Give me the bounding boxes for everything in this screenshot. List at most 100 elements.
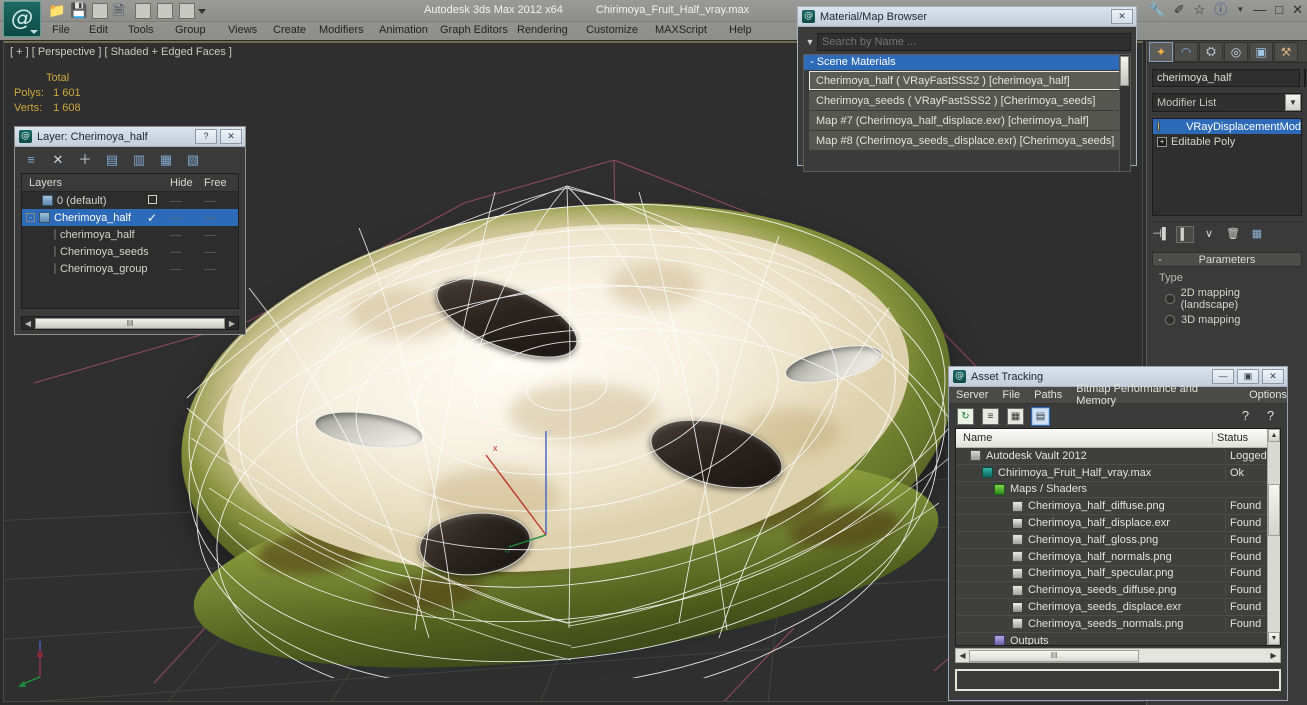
asset-tracking-dialog[interactable]: @ Asset Tracking — ▣ ✕ Server File Paths…	[948, 366, 1288, 701]
remove-modifier-icon[interactable]: 🗑	[1224, 226, 1242, 243]
display-tab[interactable]: ▣	[1249, 41, 1273, 62]
blank-icon-2[interactable]	[157, 3, 173, 19]
rollout-collapse-icon[interactable]: -	[1158, 253, 1162, 267]
open-file-icon[interactable]: 📁	[48, 3, 65, 19]
layer-dialog-close-button[interactable]: ✕	[220, 129, 242, 144]
modifier-stack-item-editable-poly[interactable]: + Editable Poly	[1153, 134, 1301, 149]
signin-icon[interactable]: ✐	[1174, 3, 1185, 17]
save-file-icon[interactable]: 💾	[70, 3, 87, 19]
new-layer-icon[interactable]: ≡	[23, 152, 39, 168]
asset-row-seeds-displace[interactable]: Cherimoya_seeds_displace.exr Found	[956, 599, 1280, 616]
layer-row-object-cherimoya-seeds[interactable]: Cherimoya_seeds ── ──	[22, 243, 238, 260]
bulb-icon[interactable]	[1157, 121, 1161, 132]
scroll-left-icon[interactable]: ◀	[956, 651, 969, 660]
list-view-icon[interactable]: ≡	[982, 407, 999, 425]
layer-row-default[interactable]: 0 (default) ── ──	[22, 192, 238, 209]
layer-dialog-help-button[interactable]: ?	[195, 129, 217, 144]
scroll-right-icon[interactable]: ▶	[1267, 651, 1280, 660]
material-item-cherimoya-half[interactable]: Cherimoya_half ( VRayFastSSS2 ) [cherimo…	[809, 71, 1127, 90]
app-logo-button[interactable]: @	[3, 1, 41, 37]
material-item-map-7[interactable]: Map #7 (Cherimoya_half_displace.exr) [ch…	[809, 111, 1127, 130]
layer-freeze-cell[interactable]: ──	[170, 230, 204, 240]
pin-stack-icon[interactable]: ⊣▌	[1152, 226, 1170, 243]
expand-toggle-icon[interactable]: -	[26, 213, 35, 222]
show-end-result-icon[interactable]: ▍	[1176, 225, 1194, 243]
asset-vertical-scrollbar[interactable]: ▲ ▼	[1267, 429, 1280, 645]
asset-horizontal-scrollbar[interactable]: ◀ ‖‖ ▶	[955, 648, 1281, 663]
modify-tab[interactable]: ◠	[1174, 41, 1198, 62]
asset-row-vault[interactable]: Autodesk Vault 2012 Logged O	[956, 448, 1280, 465]
help-icon[interactable]: ?	[1262, 408, 1279, 425]
material-browser-titlebar[interactable]: @ Material/Map Browser ✕	[798, 7, 1136, 27]
redo-icon[interactable]: 🗎	[113, 3, 129, 19]
asset-menu-bitmap[interactable]: Bitmap Performance and Memory	[1076, 383, 1235, 407]
menu-file[interactable]: File	[52, 24, 70, 36]
material-list[interactable]: - Scene Materials Cherimoya_half ( VRayF…	[803, 54, 1131, 172]
modifier-stack[interactable]: VRayDisplacementMod + Editable Poly	[1152, 118, 1302, 216]
blank-icon-3[interactable]	[179, 3, 195, 19]
material-browser-menu-caret-icon[interactable]: ▼	[803, 37, 817, 47]
minimize-button[interactable]: —	[1253, 3, 1266, 17]
asset-row-half-gloss[interactable]: Cherimoya_half_gloss.png Found	[956, 532, 1280, 549]
logo-dropdown-caret-icon[interactable]	[30, 30, 38, 34]
modifier-list-dropdown[interactable]: Modifier List ▼	[1152, 93, 1302, 112]
asset-menu-file[interactable]: File	[1002, 389, 1020, 401]
asset-row-half-diffuse[interactable]: Cherimoya_half_diffuse.png Found	[956, 498, 1280, 516]
layer-render-cell[interactable]: ──	[204, 247, 230, 257]
wrench-icon[interactable]: 🔧	[1149, 3, 1165, 17]
close-button[interactable]: ✕	[1292, 3, 1303, 17]
layer-row-object-cherimoya-half[interactable]: cherimoya_half ── ──	[22, 226, 238, 243]
help-caret-icon[interactable]: ▼	[1236, 3, 1244, 17]
layer-render-cell[interactable]: ──	[204, 230, 230, 240]
menu-edit[interactable]: Edit	[89, 24, 108, 36]
option-3d-mapping[interactable]: 3D mapping	[1165, 314, 1295, 326]
asset-menu-options[interactable]: Options	[1249, 389, 1287, 401]
layer-freeze-cell[interactable]: ──	[170, 213, 204, 223]
asset-close-button[interactable]: ✕	[1262, 369, 1284, 384]
material-list-scrollbar[interactable]	[1119, 55, 1130, 171]
menu-animation[interactable]: Animation	[379, 24, 428, 36]
layer-dialog-titlebar[interactable]: @ Layer: Cherimoya_half ? ✕	[15, 127, 245, 147]
layer-freeze-cell[interactable]: ──	[170, 196, 204, 206]
material-item-map-8[interactable]: Map #8 (Cherimoya_seeds_displace.exr) [C…	[809, 131, 1127, 150]
layer-row-object-cherimoya-group[interactable]: Cherimoya_group ── ──	[22, 260, 238, 277]
search-input[interactable]	[817, 32, 1131, 51]
menu-graph-editors[interactable]: Graph Editors	[440, 24, 508, 36]
material-browser-close-button[interactable]: ✕	[1111, 9, 1133, 24]
layer-horizontal-scrollbar[interactable]: ◀ ‖‖ ▶	[21, 316, 239, 330]
modifier-stack-item-vraydisplacementmod[interactable]: VRayDisplacementMod	[1153, 119, 1301, 134]
scroll-thumb[interactable]: ‖‖	[35, 317, 225, 329]
menu-views[interactable]: Views	[228, 24, 257, 36]
asset-row-max-file[interactable]: Chirimoya_Fruit_Half_vray.max Ok	[956, 465, 1280, 482]
layer-dialog[interactable]: @ Layer: Cherimoya_half ? ✕ ≡ ✕ ＋ ▤ ▥ ▦ …	[14, 126, 246, 335]
layer-render-cell[interactable]: ──	[204, 213, 230, 223]
configure-sets-icon[interactable]: ▦	[1248, 226, 1266, 243]
maximize-button[interactable]: □	[1275, 3, 1283, 17]
option-2d-mapping[interactable]: 2D mapping (landscape)	[1165, 287, 1295, 311]
menu-group[interactable]: Group	[175, 24, 206, 36]
delete-layer-icon[interactable]: ✕	[50, 152, 66, 168]
asset-row-half-displace[interactable]: Cherimoya_half_displace.exr Found	[956, 515, 1280, 532]
radio-icon[interactable]	[1165, 294, 1175, 304]
asset-menu-paths[interactable]: Paths	[1034, 389, 1062, 401]
menu-tools[interactable]: Tools	[128, 24, 154, 36]
asset-row-seeds-normals[interactable]: Cherimoya_seeds_normals.png Found	[956, 616, 1280, 633]
table-view-icon[interactable]: ▤	[1031, 406, 1050, 426]
asset-row-seeds-diffuse[interactable]: Cherimoya_seeds_diffuse.png Found	[956, 582, 1280, 600]
menu-help[interactable]: Help	[729, 24, 752, 36]
layer-freeze-cell[interactable]: ──	[170, 247, 204, 257]
hierarchy-tab[interactable]: ⛭	[1199, 41, 1223, 62]
blank-icon-1[interactable]	[135, 3, 151, 19]
scroll-left-icon[interactable]: ◀	[22, 319, 34, 328]
viewport-label[interactable]: [ + ] [ Perspective ] [ Shaded + Edged F…	[10, 46, 232, 58]
quick-access-caret-icon[interactable]	[198, 9, 206, 14]
detail-view-icon[interactable]: ▦	[1007, 407, 1024, 425]
scroll-down-icon[interactable]: ▼	[1268, 632, 1280, 645]
menu-customize[interactable]: Customize	[586, 24, 638, 36]
help-icon[interactable]: ⓘ	[1214, 3, 1227, 17]
layer-render-cell[interactable]: ──	[204, 264, 230, 274]
star-icon[interactable]: ☆	[1194, 3, 1206, 17]
utilities-tab[interactable]: ⚒	[1274, 41, 1298, 62]
layer-current-check-icon[interactable]: ✓	[134, 211, 170, 225]
chevron-down-icon[interactable]: ▼	[1285, 94, 1301, 111]
